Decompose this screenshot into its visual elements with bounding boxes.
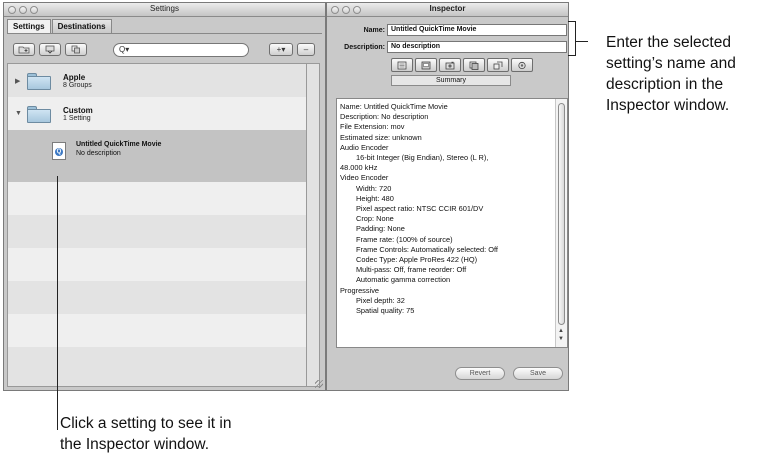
scroll-up-arrow-icon[interactable]: ▲	[558, 328, 564, 334]
search-input[interactable]: Q▾	[113, 43, 249, 57]
summary-line: Width: 720	[356, 183, 392, 193]
summary-line: Video Encoder	[340, 173, 389, 183]
frame-controls-icon[interactable]	[439, 58, 461, 72]
revert-button[interactable]: Revert	[455, 367, 505, 380]
empty-row	[8, 281, 306, 314]
description-field[interactable]: No description	[387, 41, 567, 53]
group-count: 1 Setting	[63, 115, 91, 122]
setting-description: No description	[76, 150, 121, 157]
callout-bottom-line: Click a setting to see it in	[60, 415, 232, 432]
folder-icon	[27, 106, 51, 123]
tab-destinations[interactable]: Destinations	[51, 19, 112, 34]
callout-bottom-line: the Inspector window.	[60, 436, 210, 453]
resize-grip-icon[interactable]	[315, 380, 323, 388]
summary-line: Progressive	[340, 285, 380, 295]
scroll-thumb[interactable]	[558, 103, 565, 325]
name-field[interactable]: Untitled QuickTime Movie	[387, 24, 567, 36]
summary-line: Spatial quality: 75	[356, 306, 415, 316]
geometry-icon[interactable]	[487, 58, 509, 72]
list-item-apple[interactable]: ▶ Apple 8 Groups	[8, 64, 306, 97]
empty-row	[8, 182, 306, 215]
group-count: 8 Groups	[63, 82, 92, 89]
summary-line: Frame Controls: Automatically selected: …	[356, 244, 498, 254]
empty-row	[8, 314, 306, 347]
empty-row	[8, 347, 306, 386]
summary-tab-label[interactable]: Summary	[391, 75, 511, 86]
settings-toolbar: Q▾ +▾ –	[7, 39, 322, 61]
add-group-button[interactable]	[13, 43, 35, 56]
group-name: Apple	[63, 73, 86, 82]
summary-line: Frame rate: (100% of source)	[356, 234, 453, 244]
summary-scrollbar[interactable]: ▲ ▼	[555, 99, 567, 347]
scroll-down-arrow-icon[interactable]: ▼	[558, 336, 564, 342]
inspector-tab-bar	[391, 58, 535, 72]
summary-line: File Extension: mov	[340, 122, 405, 132]
callout-bottom: Click a setting to see it in the Inspect…	[60, 413, 231, 455]
summary-line: Height: 480	[356, 193, 394, 203]
callout-leader-line	[57, 176, 58, 430]
setting-name: Untitled QuickTime Movie	[76, 141, 162, 148]
summary-line: Name: Untitled QuickTime Movie	[340, 102, 448, 111]
actions-icon[interactable]	[511, 58, 533, 72]
list-scrollbar[interactable]	[307, 63, 320, 387]
settings-titlebar[interactable]: Settings	[4, 3, 325, 17]
filters-icon[interactable]	[463, 58, 485, 72]
filter-button[interactable]	[39, 43, 61, 56]
duplicate-icon	[71, 45, 80, 54]
inspector-window: Inspector Name: Untitled QuickTime Movie…	[326, 2, 569, 391]
callout-right-line: Enter the selected	[606, 34, 731, 51]
name-label: Name:	[363, 27, 385, 34]
summary-line: Padding: None	[356, 224, 405, 234]
summary-line: Description: No description	[340, 112, 429, 122]
settings-title: Settings	[150, 4, 179, 13]
summary-line: Multi-pass: Off, frame reorder: Off	[356, 265, 467, 275]
tab-divider	[7, 33, 322, 34]
summary-line: Audio Encoder	[340, 142, 389, 152]
folder-icon	[27, 73, 51, 90]
inspector-titlebar[interactable]: Inspector	[327, 3, 568, 17]
remove-button[interactable]: –	[297, 43, 315, 56]
encoder-icon[interactable]	[415, 58, 437, 72]
empty-row	[8, 248, 306, 281]
summary-icon[interactable]	[391, 58, 413, 72]
quicktime-document-icon: Q	[52, 142, 66, 160]
save-button[interactable]: Save	[513, 367, 563, 380]
settings-window: Settings Settings Destinations Q▾ +▾ – ▶…	[3, 2, 326, 391]
disclosure-open-icon[interactable]: ▼	[15, 110, 22, 117]
inspector-title: Inspector	[429, 4, 466, 13]
summary-line: Automatic gamma correction	[356, 275, 451, 285]
empty-row	[8, 215, 306, 248]
callout-leader-line	[576, 41, 588, 42]
folder-add-icon	[18, 46, 30, 54]
callout-right-line: description in the	[606, 76, 724, 93]
summary-line: Pixel aspect ratio: NTSC CCIR 601/DV	[356, 204, 484, 214]
callout-right-line: Inspector window.	[606, 97, 730, 114]
settings-tabs: Settings Destinations	[7, 19, 113, 34]
summary-line: Pixel depth: 32	[356, 295, 405, 305]
summary-text-area[interactable]: Name: Untitled QuickTime Movie Descriptio…	[336, 98, 568, 348]
add-setting-button[interactable]: +▾	[269, 43, 293, 56]
list-item-custom[interactable]: ▼ Custom 1 Setting	[8, 97, 306, 130]
summary-line: Crop: None	[356, 214, 394, 224]
duplicate-button[interactable]	[65, 43, 87, 56]
summary-text: Name: Untitled QuickTime Movie Descriptio…	[340, 102, 551, 316]
group-name: Custom	[63, 106, 93, 115]
list-item-setting[interactable]: Q Untitled QuickTime Movie No descriptio…	[8, 130, 306, 182]
description-label: Description:	[344, 44, 385, 51]
callout-right: Enter the selected setting’s name and de…	[606, 32, 736, 116]
callout-bracket	[568, 21, 576, 56]
summary-line: Codec Type: Apple ProRes 422 (HQ)	[356, 255, 478, 265]
settings-list: ▶ Apple 8 Groups ▼ Custom 1 Setting Q Un…	[7, 63, 307, 387]
callout-right-line: setting’s name and	[606, 55, 736, 72]
summary-line: 16-bit Integer (Big Endian), Stereo (L R…	[356, 153, 489, 163]
disclosure-closed-icon[interactable]: ▶	[15, 77, 20, 85]
summary-line: 48.000 kHz	[340, 163, 378, 173]
filter-icon	[45, 45, 55, 54]
tab-settings[interactable]: Settings	[7, 19, 51, 34]
summary-line: Estimated size: unknown	[340, 132, 422, 142]
